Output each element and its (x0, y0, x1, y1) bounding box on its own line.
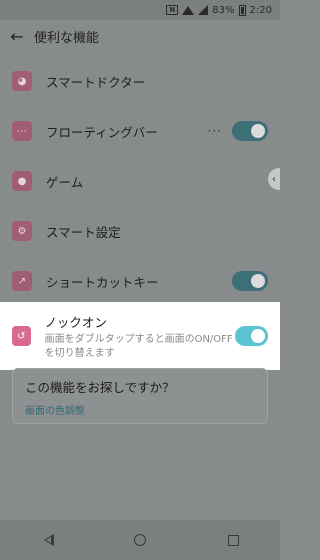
settings-list: ◕ スマートドクター ⋯ フローティングバー ··· ● ゲーム ⚙ スマート設… (0, 56, 280, 306)
setting-knock-on[interactable]: ↺ ノックオン 画面をダブルタップすると画面のON/OFFを切り替えます (0, 302, 280, 370)
setting-game[interactable]: ● ゲーム (0, 156, 280, 206)
page-title: 便利な機能 (34, 30, 100, 46)
setting-label: スマート設定 (46, 224, 121, 240)
setting-label: フローティングバー (46, 124, 158, 140)
help-link[interactable]: 画面の色調整 (25, 402, 255, 417)
toggle-knob (251, 124, 265, 138)
toggle-knob (251, 329, 265, 343)
app-bar: ← 便利な機能 (0, 20, 280, 52)
battery-percent: 83% (212, 4, 235, 16)
knock-on-title: ノックオン (44, 314, 107, 330)
setting-label: ショートカットキー (46, 274, 159, 290)
recents-square-icon (227, 534, 239, 546)
game-icon: ● (12, 171, 32, 191)
nav-recents-button[interactable] (213, 525, 253, 555)
knock-on-toggle[interactable] (234, 326, 268, 346)
nav-home-button[interactable] (120, 525, 160, 555)
wifi-icon (182, 5, 195, 15)
setting-smart-settings[interactable]: ⚙ スマート設定 (0, 206, 280, 256)
setting-smart-doctor[interactable]: ◕ スマートドクター (0, 56, 280, 106)
toggle-knob (251, 274, 265, 288)
back-arrow-icon[interactable]: ← (8, 27, 26, 46)
battery-icon (238, 4, 246, 16)
shortcut-key-toggle[interactable] (232, 271, 268, 291)
doctor-icon: ◕ (12, 71, 32, 91)
floating-bar-icon: ⋯ (12, 121, 32, 141)
help-card: この機能をお探しですか？ 画面の色調整 (12, 368, 268, 424)
setting-shortcut-key[interactable]: ↗ ショートカットキー (0, 256, 280, 306)
knock-on-description: 画面をダブルタップすると画面のON/OFFを切り替えます (44, 333, 233, 359)
nav-back-button[interactable] (27, 525, 67, 555)
help-question: この機能をお探しですか？ (25, 380, 175, 395)
clock: 2:20 (249, 4, 272, 16)
shortcut-icon: ↗ (12, 271, 32, 291)
setting-floating-bar[interactable]: ⋯ フローティングバー ··· (0, 106, 280, 156)
status-bar: N 83% 2:20 (0, 0, 280, 20)
notification-icon: N (166, 5, 179, 15)
setting-label: ゲーム (46, 174, 84, 190)
setting-label: スマートドクター (46, 74, 146, 90)
knock-on-texts: ノックオン 画面をダブルタップすると画面のON/OFFを切り替えます (45, 312, 235, 361)
floating-bar-toggle[interactable] (232, 121, 268, 141)
home-circle-icon (133, 534, 146, 546)
knock-on-icon: ↺ (12, 326, 31, 346)
navigation-bar (0, 520, 280, 560)
overflow-dots-icon[interactable]: ··· (208, 124, 222, 138)
signal-icon (198, 5, 209, 15)
back-triangle-icon (42, 534, 54, 546)
smart-settings-icon: ⚙ (12, 221, 32, 241)
